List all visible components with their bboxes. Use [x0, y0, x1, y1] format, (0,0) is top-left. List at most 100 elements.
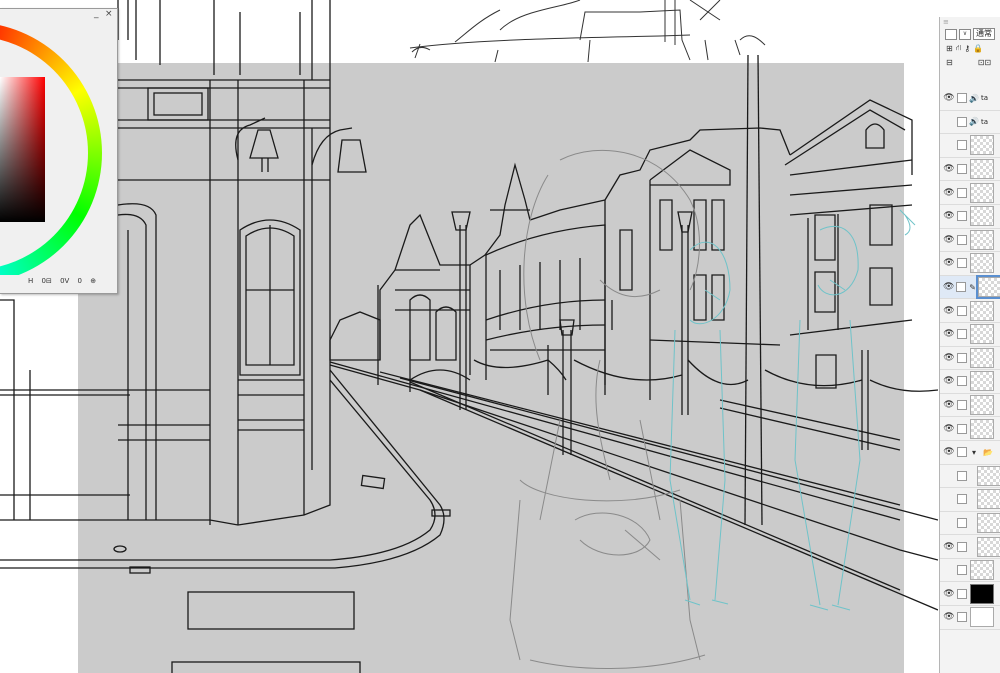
- eye-icon[interactable]: 👁: [943, 211, 955, 221]
- chevron-down-icon[interactable]: ∨: [959, 28, 971, 40]
- layer-row[interactable]: [940, 465, 1000, 489]
- layer-thumbnail[interactable]: [977, 489, 1000, 510]
- layer-thumbnail[interactable]: [977, 512, 1000, 533]
- layer-lock-box[interactable]: [957, 352, 967, 363]
- color-mode-icon-h[interactable]: H: [28, 277, 33, 285]
- eye-icon[interactable]: 👁: [943, 258, 955, 268]
- layer-lock-box[interactable]: [957, 565, 967, 576]
- layer-row[interactable]: 👁: [940, 370, 1000, 394]
- clip-layer-icon[interactable]: ⛙: [956, 43, 962, 53]
- layer-lock-box[interactable]: [957, 423, 967, 434]
- layer-lock-box[interactable]: [957, 494, 967, 505]
- layer-row[interactable]: 👁: [940, 417, 1000, 441]
- layer-lock-box[interactable]: [957, 329, 967, 340]
- eye-icon[interactable]: 👁: [943, 424, 955, 434]
- layer-lock-box[interactable]: [957, 541, 967, 552]
- layer-property-icon[interactable]: ⊟: [946, 58, 953, 67]
- color-mode-icon-v[interactable]: 0V: [60, 277, 69, 285]
- layer-lock-box[interactable]: [957, 93, 967, 104]
- layer-lock-box[interactable]: [957, 211, 967, 222]
- layer-row[interactable]: [940, 488, 1000, 512]
- reference-layer-icon[interactable]: ⊞: [946, 44, 953, 53]
- layer-thumbnail[interactable]: [970, 135, 994, 156]
- color-mode-icon-0[interactable]: 0: [78, 277, 82, 285]
- layer-row[interactable]: 👁: [940, 299, 1000, 323]
- layer-row[interactable]: 👁: [940, 606, 1000, 630]
- layer-row[interactable]: [940, 134, 1000, 158]
- layer-thumbnail[interactable]: [970, 583, 994, 604]
- layer-lock-box[interactable]: [957, 447, 967, 458]
- layer-row[interactable]: 👁: [940, 535, 1000, 559]
- layer-thumbnail[interactable]: [970, 560, 994, 581]
- eye-icon[interactable]: 👁: [943, 306, 955, 316]
- eye-icon[interactable]: 👁: [943, 188, 955, 198]
- chevron-down-icon[interactable]: ▾: [969, 448, 979, 457]
- eye-icon[interactable]: 👁: [943, 400, 955, 410]
- layer-lock-box[interactable]: [957, 164, 967, 175]
- layer-thumbnail[interactable]: [977, 465, 1000, 486]
- layer-row[interactable]: 👁 ✎: [940, 275, 1000, 300]
- layer-color-box[interactable]: [945, 28, 957, 40]
- layer-lock-box[interactable]: [957, 140, 967, 151]
- layer-thumbnail[interactable]: [976, 275, 1000, 300]
- blend-mode-select[interactable]: 通常: [973, 28, 995, 40]
- layer-thumbnail[interactable]: [970, 182, 994, 203]
- eye-icon[interactable]: 👁: [943, 93, 955, 103]
- layer-lock-box[interactable]: [956, 282, 966, 293]
- layer-thumbnail[interactable]: [970, 324, 994, 345]
- layer-thumbnail[interactable]: [970, 418, 994, 439]
- layer-lock-box[interactable]: [957, 187, 967, 198]
- lock-transparency-icon[interactable]: ⚷: [964, 44, 970, 53]
- layer-row[interactable]: 👁: [940, 394, 1000, 418]
- layer-lock-box[interactable]: [957, 588, 967, 599]
- color-settings-icon[interactable]: ⊕: [90, 277, 96, 285]
- lock-icon[interactable]: 🔒: [973, 44, 983, 53]
- layer-mask-icon[interactable]: ⊡⊡: [978, 58, 991, 67]
- layer-lock-box[interactable]: [957, 305, 967, 316]
- layer-row[interactable]: 👁: [940, 252, 1000, 276]
- drawing-canvas[interactable]: [0, 0, 938, 673]
- layer-lock-box[interactable]: [957, 470, 967, 481]
- eye-icon[interactable]: 👁: [943, 235, 955, 245]
- saturation-value-square[interactable]: [0, 77, 45, 222]
- layer-thumbnail[interactable]: [970, 371, 994, 392]
- layer-thumbnail[interactable]: [970, 300, 994, 321]
- layer-thumbnail[interactable]: [970, 159, 994, 180]
- layer-thumbnail[interactable]: [970, 607, 994, 628]
- layer-list[interactable]: 👁 🔊 ta 🔊 ta 👁 👁 👁 👁 👁 👁 ✎ 👁 👁 👁 👁 👁 👁 👁 ▾ 📂 👁 👁 👁: [940, 87, 1000, 630]
- panel-grip-icon[interactable]: ≡: [940, 17, 1000, 27]
- layer-lock-box[interactable]: [957, 612, 967, 623]
- layer-lock-box[interactable]: [957, 517, 967, 528]
- layer-row[interactable]: 👁: [940, 347, 1000, 371]
- layer-lock-box[interactable]: [957, 400, 967, 411]
- layer-row[interactable]: 👁 ▾ 📂: [940, 441, 1000, 465]
- layer-row[interactable]: [940, 512, 1000, 536]
- layer-lock-box[interactable]: [957, 258, 967, 269]
- eye-icon[interactable]: 👁: [943, 329, 955, 339]
- layer-lock-box[interactable]: [957, 116, 967, 127]
- layer-thumbnail[interactable]: [977, 536, 1000, 557]
- layer-lock-box[interactable]: [957, 234, 967, 245]
- layer-row[interactable]: 👁 🔊 ta: [940, 87, 1000, 111]
- eye-icon[interactable]: 👁: [943, 282, 954, 292]
- layer-row[interactable]: 🔊 ta: [940, 111, 1000, 135]
- eye-icon[interactable]: 👁: [943, 612, 955, 622]
- eye-icon[interactable]: 👁: [943, 589, 955, 599]
- layer-thumbnail[interactable]: [970, 229, 994, 250]
- eye-icon[interactable]: 👁: [943, 542, 955, 552]
- layer-thumbnail[interactable]: [970, 395, 994, 416]
- layer-panel[interactable]: ≡ ∨ 通常 ⊞ ⛙ ⚷ 🔒 ⊟ ⊡⊡ 👁 🔊 ta 🔊 ta 👁 👁 👁 👁 👁 👁 ✎ 👁 👁 👁 👁 👁 👁…: [939, 17, 1000, 673]
- layer-row[interactable]: 👁: [940, 229, 1000, 253]
- layer-lock-box[interactable]: [957, 376, 967, 387]
- layer-row[interactable]: 👁: [940, 323, 1000, 347]
- eye-icon[interactable]: 👁: [943, 353, 955, 363]
- color-mode-icon-s[interactable]: 0⊟: [42, 277, 52, 285]
- layer-row[interactable]: 👁: [940, 181, 1000, 205]
- layer-thumbnail[interactable]: [970, 347, 994, 368]
- layer-row[interactable]: 👁: [940, 582, 1000, 607]
- eye-icon[interactable]: 👁: [943, 447, 955, 457]
- layer-thumbnail[interactable]: [970, 206, 994, 227]
- eye-icon[interactable]: 👁: [943, 164, 955, 174]
- layer-thumbnail[interactable]: [970, 253, 994, 274]
- eye-icon[interactable]: 👁: [943, 376, 955, 386]
